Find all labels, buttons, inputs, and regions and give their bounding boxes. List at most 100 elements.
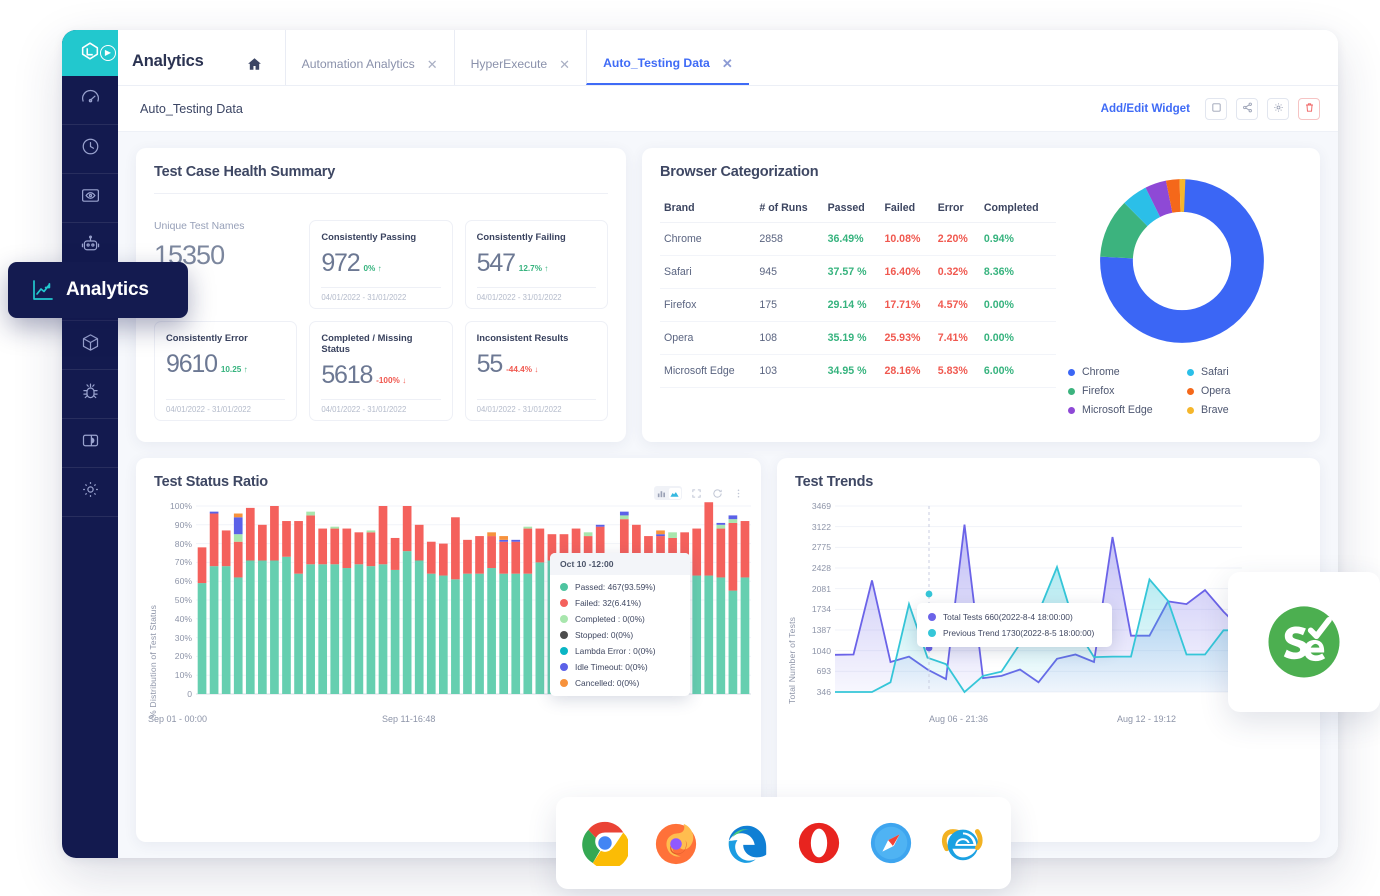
ratio-bar-segment[interactable] xyxy=(233,577,243,694)
kpi-consistently-passing[interactable]: Consistently Passing 972 0% ↑ 04/01/2022… xyxy=(309,220,453,309)
close-icon[interactable]: ✕ xyxy=(722,57,733,70)
ratio-bar-segment[interactable] xyxy=(499,539,509,542)
safari-icon[interactable] xyxy=(868,820,914,866)
share-button[interactable] xyxy=(1236,97,1258,120)
ratio-bar-segment[interactable] xyxy=(233,517,243,535)
ratio-bar-segment[interactable] xyxy=(716,522,726,525)
chevron-right-icon[interactable]: ▶ xyxy=(100,45,116,61)
ratio-bar-segment[interactable] xyxy=(318,564,328,694)
legend-item-brave[interactable]: Brave xyxy=(1187,404,1296,416)
ratio-bar-segment[interactable] xyxy=(523,526,533,529)
ratio-bar-segment[interactable] xyxy=(294,521,303,574)
ratio-bar-segment[interactable] xyxy=(487,568,496,694)
ratio-bar-segment[interactable] xyxy=(668,532,677,538)
ratio-bar-segment[interactable] xyxy=(716,577,726,694)
ratio-bar-segment[interactable] xyxy=(366,530,376,533)
ratio-bar-segment[interactable] xyxy=(511,573,521,694)
opera-icon[interactable] xyxy=(796,820,842,866)
table-row[interactable]: Opera 108 35.19 % 25.93% 7.41% 0.00% xyxy=(660,321,1056,355)
ratio-bar-segment[interactable] xyxy=(716,524,726,529)
table-row[interactable]: Firefox 175 29.14 % 17.71% 4.57% 0.00% xyxy=(660,288,1056,322)
ratio-bar-segment[interactable] xyxy=(245,560,255,694)
tab-hyperexecute[interactable]: HyperExecute ✕ xyxy=(453,30,586,85)
ratio-bar-segment[interactable] xyxy=(233,541,243,578)
ratio-bar-segment[interactable] xyxy=(258,524,267,561)
delete-button[interactable] xyxy=(1298,97,1320,120)
ratio-bar-segment[interactable] xyxy=(378,564,388,694)
ratio-bar-segment[interactable] xyxy=(499,536,509,540)
ratio-bar-segment[interactable] xyxy=(692,528,702,576)
table-row[interactable]: Safari 945 37.57 % 16.40% 0.32% 8.36% xyxy=(660,255,1056,289)
ratio-bar-segment[interactable] xyxy=(221,566,231,694)
ratio-bar-segment[interactable] xyxy=(463,539,472,574)
ratio-bar-segment[interactable] xyxy=(523,528,533,574)
settings-button[interactable] xyxy=(1267,97,1289,120)
ratio-bar-segment[interactable] xyxy=(740,521,750,578)
ratio-bar-segment[interactable] xyxy=(426,573,436,694)
ratio-bar-segment[interactable] xyxy=(270,560,279,694)
sidebar-item-realtime[interactable] xyxy=(62,125,118,174)
ratio-bar-segment[interactable] xyxy=(728,515,738,520)
ratio-bar-segment[interactable] xyxy=(438,543,448,576)
legend-item-microsoft-edge[interactable]: Microsoft Edge xyxy=(1068,404,1177,416)
ratio-bar-segment[interactable] xyxy=(499,573,509,694)
edge-icon[interactable] xyxy=(725,820,771,866)
ratio-bar-segment[interactable] xyxy=(535,562,545,694)
ratio-bar-segment[interactable] xyxy=(258,560,267,694)
ratio-bar-segment[interactable] xyxy=(390,569,400,694)
ratio-bar-segment[interactable] xyxy=(656,534,665,537)
legend-item-chrome[interactable]: Chrome xyxy=(1068,366,1177,378)
sidebar-item-settings[interactable] xyxy=(62,468,118,517)
ratio-bar-segment[interactable] xyxy=(475,536,484,574)
ratio-bar-segment[interactable] xyxy=(728,522,738,591)
firefox-icon[interactable] xyxy=(653,820,699,866)
ratio-bar-segment[interactable] xyxy=(306,564,315,694)
ratio-bar-segment[interactable] xyxy=(318,528,328,565)
kpi-consistently-failing[interactable]: Consistently Failing 547 12.7% ↑ 04/01/2… xyxy=(464,220,608,309)
ratio-bar-segment[interactable] xyxy=(583,532,593,537)
ratio-bar-segment[interactable] xyxy=(499,541,509,574)
ratio-bar-segment[interactable] xyxy=(487,536,496,569)
ratio-bar-segment[interactable] xyxy=(330,528,340,565)
ratio-bar-segment[interactable] xyxy=(209,511,219,514)
legend-item-safari[interactable]: Safari xyxy=(1187,366,1296,378)
donut-chart[interactable] xyxy=(1062,170,1302,352)
ratio-bar-segment[interactable] xyxy=(366,566,376,694)
ratio-bar-segment[interactable] xyxy=(619,515,629,520)
app-logo[interactable]: ▶ xyxy=(62,30,118,76)
ratio-bar-segment[interactable] xyxy=(221,530,231,567)
ratio-bar-segment[interactable] xyxy=(704,575,714,694)
ratio-bar-segment[interactable] xyxy=(487,532,496,537)
table-row[interactable]: Microsoft Edge 103 34.95 % 28.16% 5.83% … xyxy=(660,354,1056,388)
ratio-bar-segment[interactable] xyxy=(294,573,303,694)
ratio-bar-segment[interactable] xyxy=(282,556,291,694)
tab-automation-analytics[interactable]: Automation Analytics ✕ xyxy=(284,30,454,85)
ratio-bar-segment[interactable] xyxy=(535,528,545,563)
kpi-completed-missing-status[interactable]: Completed / Missing Status 5618 -100% ↓ … xyxy=(309,321,453,421)
ratio-bar-segment[interactable] xyxy=(523,573,533,694)
close-icon[interactable]: ✕ xyxy=(559,58,570,71)
ratio-bar-segment[interactable] xyxy=(197,583,207,694)
analytics-callout[interactable]: Analytics xyxy=(8,262,188,318)
ratio-bar-segment[interactable] xyxy=(282,521,291,557)
ratio-bar-segment[interactable] xyxy=(728,590,738,694)
ratio-bar-segment[interactable] xyxy=(354,564,364,694)
ratio-bar-segment[interactable] xyxy=(330,564,340,694)
ratio-bar-segment[interactable] xyxy=(366,532,376,567)
ratio-bar-segment[interactable] xyxy=(402,506,412,552)
ratio-bar-segment[interactable] xyxy=(728,519,738,523)
kpi-consistently-error[interactable]: Consistently Error 9610 10.25 ↑ 04/01/20… xyxy=(154,321,298,421)
ratio-bar-segment[interactable] xyxy=(197,547,207,584)
tab-auto-testing-data[interactable]: Auto_Testing Data ✕ xyxy=(586,30,749,85)
ratio-bar-segment[interactable] xyxy=(595,524,605,527)
ratio-bar-segment[interactable] xyxy=(511,539,521,542)
ratio-bar-segment[interactable] xyxy=(390,537,400,570)
ratio-bar-segment[interactable] xyxy=(342,528,352,569)
ratio-bar-segment[interactable] xyxy=(656,530,665,535)
sidebar-item-screenshot[interactable] xyxy=(62,174,118,223)
legend-item-opera[interactable]: Opera xyxy=(1187,385,1296,397)
widget-layout-button[interactable] xyxy=(1205,97,1227,120)
ratio-bar-segment[interactable] xyxy=(426,541,436,574)
ratio-bar-segment[interactable] xyxy=(245,507,255,561)
ratio-bar-segment[interactable] xyxy=(354,532,364,565)
